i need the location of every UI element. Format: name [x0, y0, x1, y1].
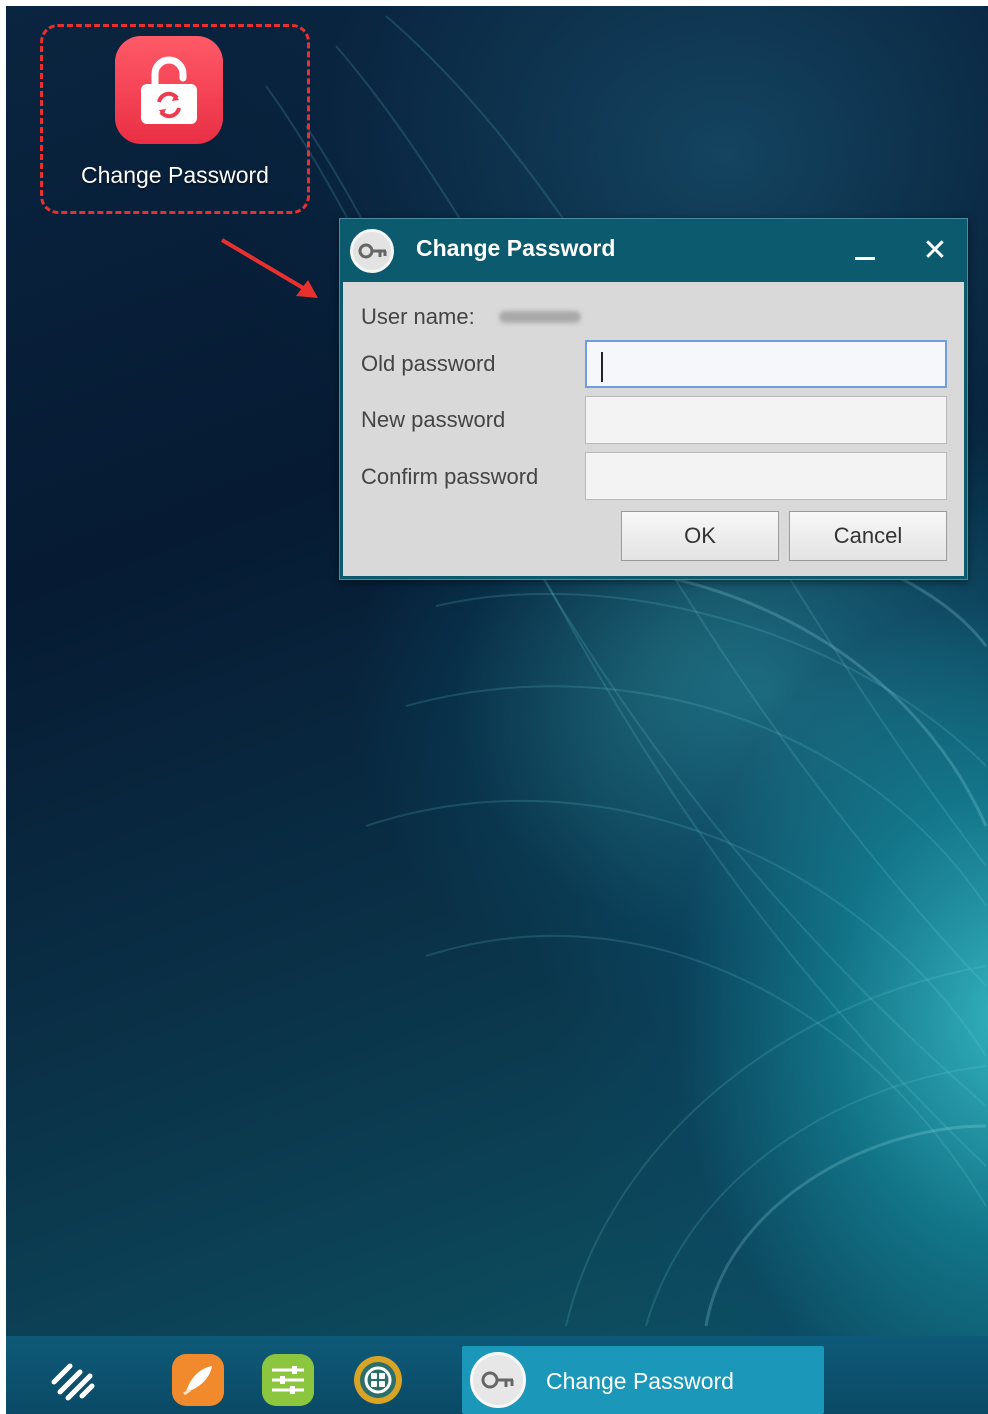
key-icon [470, 1352, 526, 1408]
username-value-redacted [499, 311, 581, 323]
cancel-button[interactable]: Cancel [789, 511, 947, 561]
dialog-titlebar[interactable]: Change Password ✕ [340, 219, 967, 281]
change-password-app-tile[interactable] [115, 36, 223, 144]
taskbar: Change Password [6, 1336, 988, 1414]
desktop-shortcut-label: Change Password [81, 162, 269, 188]
username-label: User name: [361, 304, 475, 329]
dialog-title: Change Password [416, 235, 616, 261]
desktop: Change Password [6, 6, 988, 1336]
start-logo-icon [51, 1363, 95, 1401]
confirm-password-field[interactable] [585, 452, 947, 500]
dialog-body: User name: Old password New password Con… [343, 282, 964, 576]
pointer-arrow [220, 238, 318, 298]
launcher-button[interactable] [170, 1352, 226, 1408]
taskbar-window-change-password[interactable]: Change Password [462, 1346, 824, 1414]
ok-button[interactable]: OK [621, 511, 779, 561]
sliders-icon [262, 1354, 314, 1406]
text-caret [601, 352, 603, 382]
taskbar-window-label: Change Password [546, 1368, 734, 1394]
start-menu-button[interactable] [46, 1352, 102, 1408]
confirm-password-label: Confirm password [361, 464, 539, 489]
key-icon [350, 229, 394, 273]
change-password-dialog: Change Password ✕ User name: Old passwor… [339, 218, 968, 580]
minimize-icon [855, 257, 875, 260]
app-center-button[interactable] [350, 1352, 406, 1408]
old-password-label: Old password [361, 351, 496, 376]
settings-button[interactable] [260, 1352, 316, 1408]
rocket-icon [172, 1354, 224, 1406]
new-password-field[interactable] [585, 396, 947, 444]
lock-refresh-icon [141, 56, 197, 124]
grid-icon [354, 1356, 402, 1404]
minimize-button[interactable] [847, 233, 883, 269]
new-password-label: New password [361, 407, 506, 432]
desktop-shortcut-change-password[interactable]: Change Password [40, 24, 314, 218]
close-button[interactable]: ✕ [917, 233, 953, 269]
old-password-field[interactable] [585, 340, 947, 388]
